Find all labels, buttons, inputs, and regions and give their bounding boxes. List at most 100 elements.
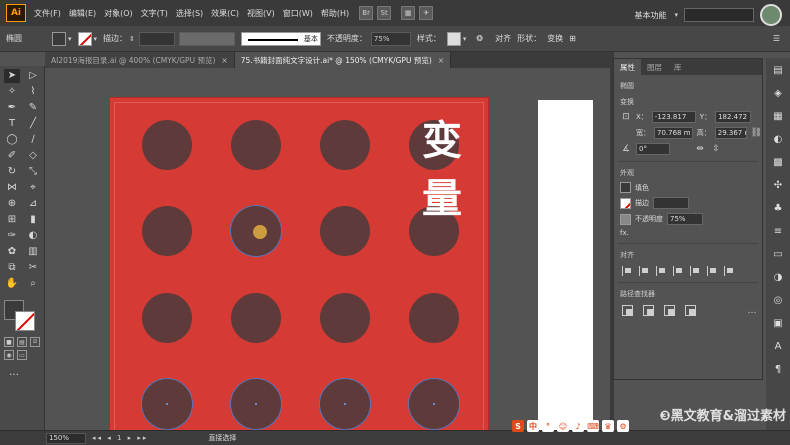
second-artboard[interactable]	[538, 100, 593, 430]
sogou-logo-icon[interactable]: S	[512, 420, 524, 432]
symbol-sprayer-icon[interactable]: ✿	[4, 245, 20, 259]
circle-r1c2[interactable]	[231, 120, 281, 170]
stroke-swatch[interactable]	[77, 31, 92, 46]
circle-r1c3[interactable]	[320, 120, 370, 170]
lasso-icon[interactable]: ⌇	[25, 85, 41, 99]
transform-button[interactable]: 变换	[547, 33, 563, 44]
gpu-icon[interactable]: ✈	[419, 6, 434, 20]
workspace-switcher[interactable]: 基本功能	[634, 10, 666, 21]
tab-layers[interactable]: 图层	[641, 59, 668, 75]
flip-horizontal-icon[interactable]: ⇹	[694, 143, 706, 155]
circle-r4c4[interactable]	[409, 379, 459, 429]
rotate-tool-icon[interactable]: ↻	[4, 165, 20, 179]
anchor-point[interactable]	[166, 403, 168, 405]
gradient-panel-icon[interactable]: ▭	[770, 248, 786, 262]
circle-r2c3[interactable]	[320, 206, 370, 256]
column-graph-icon[interactable]: ▥	[25, 245, 41, 259]
width-field[interactable]: 70.768 m	[654, 127, 693, 139]
ime-punct-icon[interactable]: °	[542, 420, 554, 432]
menu-edit[interactable]: 编辑(E)	[69, 8, 96, 19]
type-tool-icon[interactable]: T	[4, 117, 20, 131]
stroke-label[interactable]: 描边：	[103, 33, 127, 44]
align-hcenter-icon[interactable]	[639, 266, 649, 276]
chevron-down-icon[interactable]: ▾	[68, 35, 72, 43]
align-vcenter-icon[interactable]	[690, 266, 700, 276]
unite-icon[interactable]	[622, 305, 633, 316]
menu-effect[interactable]: 效果(C)	[211, 8, 239, 19]
circle-r1c1[interactable]	[142, 120, 192, 170]
intersect-icon[interactable]	[664, 305, 675, 316]
avatar[interactable]	[760, 4, 782, 26]
hand-tool-icon[interactable]: ✋	[4, 277, 20, 291]
curvature-tool-icon[interactable]: ✎	[25, 101, 41, 115]
direct-selection-tool-icon[interactable]: ▷	[25, 69, 41, 83]
perspective-grid-icon[interactable]: ⊿	[25, 197, 41, 211]
anchor-point[interactable]	[433, 403, 435, 405]
stroke-swatch[interactable]	[620, 197, 631, 209]
tab-properties[interactable]: 属性	[614, 59, 641, 75]
bridge-icon[interactable]: Br	[359, 6, 374, 20]
more-tools-icon[interactable]: …	[6, 366, 22, 380]
fill-swatch[interactable]	[620, 182, 631, 193]
symbols-panel-icon[interactable]: ♣	[770, 202, 786, 216]
transparency-panel-icon[interactable]: ◑	[770, 271, 786, 285]
swatches-panel-icon[interactable]: ▩	[770, 156, 786, 170]
draw-mode-icon[interactable]: ◉	[4, 350, 14, 360]
ime-settings-icon[interactable]: ⚙	[617, 420, 629, 432]
free-transform-icon[interactable]: ⌖	[25, 181, 41, 195]
artboard-tool-icon[interactable]: ⧉	[4, 261, 20, 275]
eraser-icon[interactable]: ◇	[25, 149, 41, 163]
artboard-nav-icon[interactable]: ◂◂ ◂ 1 ▸ ▸▸	[92, 434, 148, 442]
align-more-icon[interactable]	[724, 266, 734, 276]
minus-front-icon[interactable]	[643, 305, 654, 316]
menu-window[interactable]: 窗口(W)	[283, 8, 313, 19]
mesh-tool-icon[interactable]: ⊞	[4, 213, 20, 227]
height-field[interactable]: 29.367 m	[714, 127, 747, 139]
align-bottom-icon[interactable]	[707, 266, 717, 276]
layers-panel-icon[interactable]: ◈	[770, 87, 786, 101]
isolate-icon[interactable]: ⊞	[569, 34, 576, 43]
opacity-field[interactable]: 75%	[667, 213, 703, 225]
opacity-field[interactable]: 75%	[370, 31, 411, 46]
reference-point-icon[interactable]: ⊡	[620, 111, 632, 123]
artboard[interactable]: 变 量	[109, 97, 489, 430]
anchor-point[interactable]	[255, 403, 257, 405]
shaper-tool-icon[interactable]: ✐	[4, 149, 20, 163]
variable-width-field[interactable]	[178, 31, 235, 46]
title-char-1[interactable]: 变	[412, 112, 472, 170]
gradient-tool-icon[interactable]: ▮	[25, 213, 41, 227]
graphic-style-swatch[interactable]	[446, 31, 461, 46]
menu-view[interactable]: 视图(V)	[247, 8, 275, 19]
circle-r2c2-selected[interactable]	[231, 206, 281, 256]
stroke-weight-field[interactable]	[653, 197, 689, 209]
brushes-panel-icon[interactable]: ✣	[770, 179, 786, 193]
tab-libraries[interactable]: 库	[668, 59, 688, 75]
circle-r4c3[interactable]	[320, 379, 370, 429]
eyedropper-icon[interactable]: ✑	[4, 229, 20, 243]
fill-swatch[interactable]	[52, 31, 66, 46]
width-tool-icon[interactable]: ⋈	[4, 181, 20, 195]
circle-r4c2[interactable]	[231, 379, 281, 429]
slice-tool-icon[interactable]: ✂	[25, 261, 41, 275]
ime-keyboard-icon[interactable]: ⌨	[587, 420, 599, 432]
magic-wand-icon[interactable]: ✧	[4, 85, 20, 99]
none-mode-icon[interactable]: ⧄	[30, 337, 40, 347]
blend-tool-icon[interactable]: ◐	[25, 229, 41, 243]
gradient-mode-icon[interactable]: ▤	[17, 337, 27, 347]
color-mode-icon[interactable]: ■	[4, 337, 14, 347]
stroke-label[interactable]: 描边	[635, 198, 649, 208]
stepper-icon[interactable]: ⇕	[129, 35, 135, 43]
y-field[interactable]: 182.472	[715, 111, 752, 123]
ime-skin-icon[interactable]: ♛	[602, 420, 614, 432]
circle-r3c3[interactable]	[320, 293, 370, 343]
title-char-2[interactable]: 量	[412, 170, 472, 228]
ellipse-tool-icon[interactable]: ◯	[4, 133, 20, 147]
circle-r4c1[interactable]	[142, 379, 192, 429]
close-icon[interactable]: ×	[221, 56, 227, 65]
graphic-styles-icon[interactable]: ▣	[770, 317, 786, 331]
line-tool-icon[interactable]: ╱	[25, 117, 41, 131]
paragraph-panel-icon[interactable]: ¶	[770, 363, 786, 377]
menu-file[interactable]: 文件(F)	[34, 8, 61, 19]
zoom-field[interactable]: 150%	[46, 432, 86, 444]
arrange-documents-icon[interactable]: ▦	[401, 6, 416, 20]
